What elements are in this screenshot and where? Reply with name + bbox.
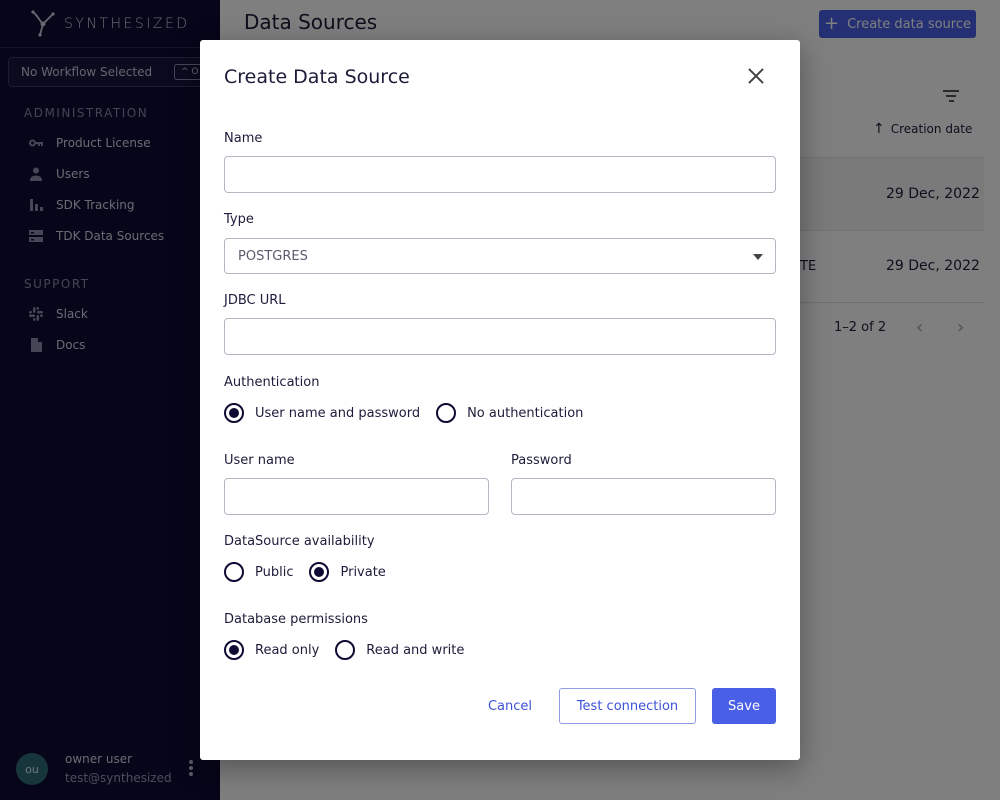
radio-checked-icon[interactable] (224, 403, 244, 423)
username-input[interactable] (224, 478, 489, 515)
cancel-button[interactable]: Cancel (482, 688, 538, 724)
radio-label: No authentication (467, 405, 584, 421)
jdbc-url-input[interactable] (224, 318, 776, 355)
radio-label: Read and write (366, 642, 465, 658)
availability-radio-group: Public Private (224, 561, 386, 583)
auth-option-no-authentication[interactable]: No authentication (436, 403, 583, 423)
authentication-label: Authentication (224, 375, 320, 390)
type-selected-value: POSTGRES (238, 248, 308, 264)
username-label: User name (224, 453, 295, 468)
save-button[interactable]: Save (712, 688, 776, 724)
radio-unchecked-icon[interactable] (335, 640, 356, 660)
permissions-option-read-only[interactable]: Read only (224, 640, 319, 660)
authentication-radio-group: User name and password No authentication (224, 402, 583, 424)
type-select[interactable]: POSTGRES (224, 238, 776, 274)
test-connection-button[interactable]: Test connection (559, 688, 696, 724)
availability-option-public[interactable]: Public (224, 562, 293, 582)
dropdown-arrow-icon (753, 254, 763, 260)
radio-label: Public (255, 564, 294, 580)
radio-checked-icon[interactable] (309, 562, 330, 582)
permissions-label: Database permissions (224, 612, 368, 627)
type-label: Type (224, 212, 254, 227)
name-label: Name (224, 131, 263, 146)
permissions-radio-group: Read only Read and write (224, 639, 464, 661)
name-input[interactable] (224, 156, 776, 193)
jdbc-url-label: JDBC URL (224, 293, 286, 308)
radio-label: Read only (255, 642, 320, 658)
availability-option-private[interactable]: Private (309, 562, 386, 582)
password-label: Password (511, 453, 572, 468)
auth-option-username-password[interactable]: User name and password (224, 403, 420, 423)
dialog-title: Create Data Source (224, 66, 410, 88)
permissions-option-read-write[interactable]: Read and write (335, 640, 464, 660)
radio-label: User name and password (255, 405, 421, 421)
password-input[interactable] (511, 478, 776, 515)
radio-label: Private (340, 564, 386, 580)
availability-label: DataSource availability (224, 534, 375, 549)
create-data-source-dialog: Create Data Source Name Type POSTGRES JD… (200, 40, 800, 760)
radio-unchecked-icon[interactable] (436, 403, 457, 423)
radio-checked-icon[interactable] (224, 640, 244, 660)
close-icon[interactable] (746, 66, 766, 86)
radio-unchecked-icon[interactable] (224, 562, 244, 582)
